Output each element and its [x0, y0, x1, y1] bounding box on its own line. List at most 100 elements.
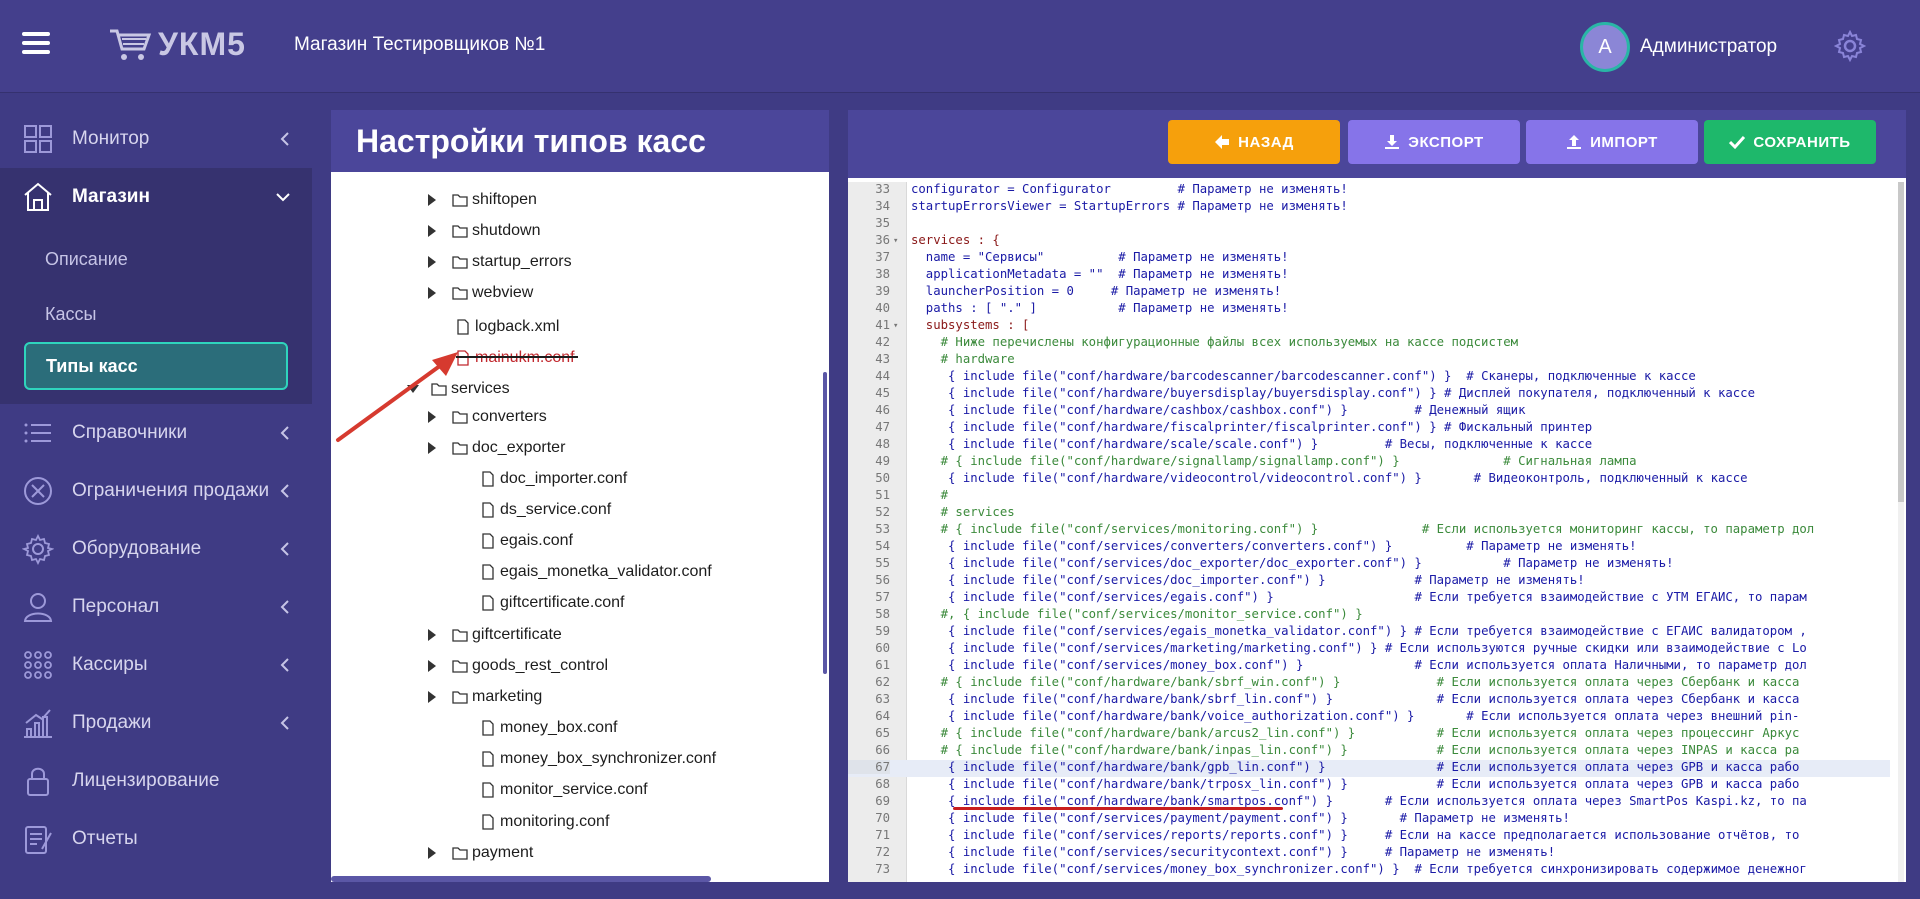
code-editor[interactable]: 33 configurator = Configurator # Параметр…	[848, 182, 1890, 882]
caret-right-icon[interactable]	[428, 629, 436, 641]
code-line[interactable]: 37 name = "Сервисы" # Параметр не изменя…	[848, 250, 1890, 267]
code-line[interactable]: 46 { include file("conf/hardware/cashbox…	[848, 403, 1890, 420]
code-line[interactable]: 68 { include file("conf/hardware/bank/tr…	[848, 777, 1890, 794]
submenu-item-cash-registers[interactable]: Кассы	[0, 287, 312, 342]
save-button[interactable]: СОХРАНИТЬ	[1704, 120, 1876, 164]
submenu-item-description[interactable]: Описание	[0, 232, 312, 287]
caret-right-icon[interactable]	[428, 691, 436, 703]
submenu-item-register-types[interactable]: Типы касс	[24, 342, 288, 390]
code-line[interactable]: 42 # Ниже перечислены конфигурационные ф…	[848, 335, 1890, 352]
user-name[interactable]: Администратор	[1640, 36, 1777, 58]
code-line[interactable]: 66 # { include file("conf/hardware/bank/…	[848, 743, 1890, 760]
tree-file-item[interactable]: monitoring.conf	[480, 810, 609, 834]
menu-burger-icon[interactable]	[22, 32, 50, 54]
app-logo[interactable]: УКМ5	[108, 26, 246, 63]
caret-right-icon[interactable]	[428, 847, 436, 859]
code-line[interactable]: 64 { include file("conf/hardware/bank/vo…	[848, 709, 1890, 726]
code-line[interactable]: 73 { include file("conf/services/money_b…	[848, 862, 1890, 879]
caret-right-icon[interactable]	[428, 256, 436, 268]
tree-file-item[interactable]: money_box.conf	[480, 716, 617, 740]
caret-right-icon[interactable]	[428, 287, 436, 299]
fold-toggle-icon[interactable]: ▾	[893, 236, 898, 246]
tree-folder-item[interactable]: shiftopen	[428, 188, 537, 212]
code-line[interactable]: 55 { include file("conf/services/doc_exp…	[848, 556, 1890, 573]
code-line[interactable]: 44 { include file("conf/hardware/barcode…	[848, 369, 1890, 386]
tree-file-item[interactable]: money_box_synchronizer.conf	[480, 747, 716, 771]
settings-gear-icon[interactable]	[1834, 30, 1866, 62]
code-line[interactable]: 36 ▾ services : {	[848, 233, 1890, 250]
code-line[interactable]: 49 # { include file("conf/hardware/signa…	[848, 454, 1890, 471]
editor-scrollbar[interactable]	[1898, 182, 1904, 882]
back-button[interactable]: НАЗАД	[1168, 120, 1340, 164]
tree-folder-item[interactable]: payment	[428, 841, 533, 865]
sidebar-item-sales[interactable]: Продажи	[0, 694, 312, 752]
code-line[interactable]: 72 { include file("conf/services/securit…	[848, 845, 1890, 862]
store-name[interactable]: Магазин Тестировщиков №1	[294, 34, 545, 56]
code-line[interactable]: 35	[848, 216, 1890, 233]
code-line[interactable]: 57 { include file("conf/services/egais.c…	[848, 590, 1890, 607]
tree-folder-item[interactable]: converters	[428, 405, 547, 429]
tree-folder-item[interactable]: services	[407, 377, 510, 401]
code-line[interactable]: 48 { include file("conf/hardware/scale/s…	[848, 437, 1890, 454]
tree-folder-item[interactable]: shutdown	[428, 219, 541, 243]
code-line[interactable]: 62 # { include file("conf/hardware/bank/…	[848, 675, 1890, 692]
sidebar-item-equipment[interactable]: Оборудование	[0, 520, 312, 578]
code-line[interactable]: 50 { include file("conf/hardware/videoco…	[848, 471, 1890, 488]
caret-right-icon[interactable]	[428, 442, 436, 454]
caret-right-icon[interactable]	[428, 225, 436, 237]
tree-file-item[interactable]: monitor_service.conf	[480, 778, 648, 802]
code-line[interactable]: 34 startupErrorsViewer = StartupErrors # …	[848, 199, 1890, 216]
tree-file-item[interactable]: logback.xml	[455, 315, 559, 339]
sidebar-item-personnel[interactable]: Персонал	[0, 578, 312, 636]
code-line[interactable]: 33 configurator = Configurator # Параметр…	[848, 182, 1890, 199]
export-button[interactable]: ЭКСПОРТ	[1348, 120, 1520, 164]
code-line[interactable]: 39 launcherPosition = 0 # Параметр не из…	[848, 284, 1890, 301]
tree-file-item[interactable]: doc_importer.conf	[480, 467, 627, 491]
tree-folder-item[interactable]: startup_errors	[428, 250, 572, 274]
sidebar-item-sale-restrictions[interactable]: Ограничения продажи	[0, 462, 312, 520]
code-line[interactable]: 47 { include file("conf/hardware/fiscalp…	[848, 420, 1890, 437]
tree-file-item[interactable]: egais.conf	[480, 529, 573, 553]
caret-down-icon[interactable]	[407, 385, 419, 393]
code-line[interactable]: 67 { include file("conf/hardware/bank/gp…	[848, 760, 1890, 777]
code-line[interactable]: 71 { include file("conf/services/reports…	[848, 828, 1890, 845]
code-line[interactable]: 41 ▾ subsystems : [	[848, 318, 1890, 335]
code-line[interactable]: 58 #, { include file("conf/services/moni…	[848, 607, 1890, 624]
code-line[interactable]: 43 # hardware	[848, 352, 1890, 369]
code-line[interactable]: 59 { include file("conf/services/egais_m…	[848, 624, 1890, 641]
code-line[interactable]: 54 { include file("conf/services/convert…	[848, 539, 1890, 556]
code-line[interactable]: 56 { include file("conf/services/doc_imp…	[848, 573, 1890, 590]
tree-folder-item[interactable]: goods_rest_control	[428, 654, 608, 678]
code-line[interactable]: 45 { include file("conf/hardware/buyersd…	[848, 386, 1890, 403]
sidebar-item-store[interactable]: Магазин	[0, 168, 312, 226]
avatar[interactable]: А	[1580, 22, 1630, 72]
sidebar-item-cashiers[interactable]: Кассиры	[0, 636, 312, 694]
caret-right-icon[interactable]	[428, 194, 436, 206]
tree-file-item[interactable]: egais_monetka_validator.conf	[480, 560, 712, 584]
sidebar-item-monitor[interactable]: Монитор	[0, 110, 312, 168]
code-line[interactable]: 65 # { include file("conf/hardware/bank/…	[848, 726, 1890, 743]
import-button[interactable]: ИМПОРТ	[1526, 120, 1698, 164]
fold-toggle-icon[interactable]: ▾	[893, 321, 898, 331]
code-line[interactable]: 40 paths : [ "." ] # Параметр не изменят…	[848, 301, 1890, 318]
sidebar-item-reports[interactable]: Отчеты	[0, 810, 312, 868]
tree-scrollbar-vertical[interactable]	[823, 372, 827, 674]
sidebar-item-directories[interactable]: Справочники	[0, 404, 312, 462]
user-menu[interactable]: А Администратор	[1580, 22, 1777, 72]
tree-folder-item[interactable]: webview	[428, 281, 533, 305]
code-line[interactable]: 60 { include file("conf/services/marketi…	[848, 641, 1890, 658]
tree-file-item[interactable]: mainukm.conf	[455, 346, 575, 370]
code-line[interactable]: 70 { include file("conf/services/payment…	[848, 811, 1890, 828]
tree-folder-item[interactable]: giftcertificate	[428, 623, 562, 647]
code-line[interactable]: 38 applicationMetadata = "" # Параметр н…	[848, 267, 1890, 284]
code-line[interactable]: 61 { include file("conf/services/money_b…	[848, 658, 1890, 675]
caret-right-icon[interactable]	[428, 660, 436, 672]
code-line[interactable]: 52 # services	[848, 505, 1890, 522]
code-line[interactable]: 63 { include file("conf/hardware/bank/sb…	[848, 692, 1890, 709]
sidebar-item-licensing[interactable]: Лицензирование	[0, 752, 312, 810]
code-line[interactable]: 53 # { include file("conf/services/monit…	[848, 522, 1890, 539]
tree-file-item[interactable]: ds_service.conf	[480, 498, 611, 522]
code-line[interactable]: 51 #	[848, 488, 1890, 505]
tree-folder-item[interactable]: doc_exporter	[428, 436, 565, 460]
tree-file-item[interactable]: giftcertificate.conf	[480, 591, 625, 615]
